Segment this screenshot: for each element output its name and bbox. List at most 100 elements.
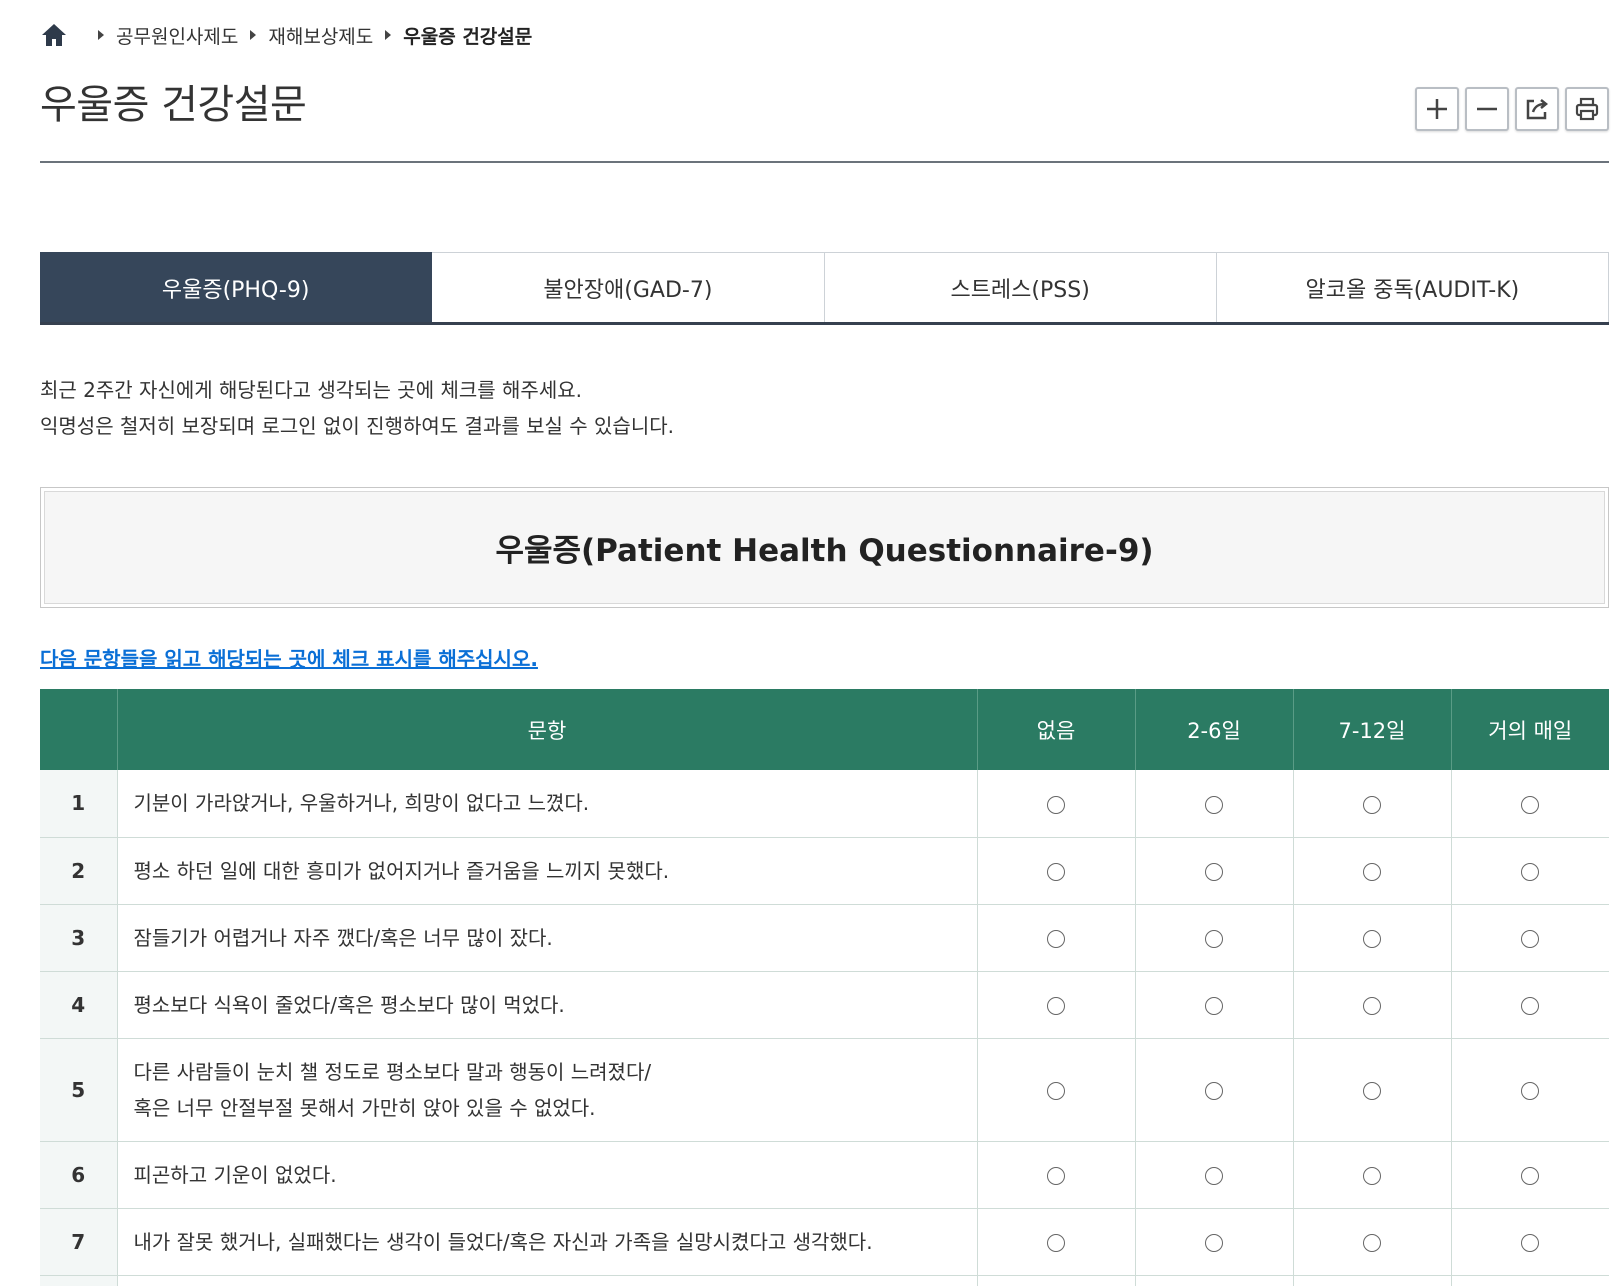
radio-button[interactable] bbox=[1521, 795, 1540, 814]
radio-button[interactable] bbox=[1205, 795, 1223, 814]
option-cell bbox=[1135, 904, 1294, 972]
option-cell bbox=[1451, 770, 1609, 838]
option-cell bbox=[1293, 1038, 1452, 1142]
survey-table: 문항 없음 2-6일 7-12일 거의 매일 1 기분이 가라앉거나, 우울하거… bbox=[40, 689, 1609, 1286]
question-line: 피곤하고 기운이 없었다. bbox=[133, 1162, 337, 1187]
table-row: 7 내가 잘못 했거나, 실패했다는 생각이 들었다/혹은 자신과 가족을 실망… bbox=[40, 1208, 1609, 1276]
option-cell bbox=[977, 837, 1136, 905]
table-row: 5 다른 사람들이 눈치 챌 정도로 평소보다 말과 행동이 느려졌다/ 혹은 … bbox=[40, 1038, 1609, 1142]
tab-phq9[interactable]: 우울증(PHQ-9) bbox=[40, 252, 433, 322]
option-cell bbox=[1293, 1275, 1452, 1286]
breadcrumb-separator-icon bbox=[250, 30, 257, 40]
radio-button[interactable] bbox=[1363, 997, 1381, 1015]
option-cell bbox=[977, 1141, 1136, 1209]
radio-button[interactable] bbox=[1363, 930, 1381, 948]
radio-button[interactable] bbox=[1205, 1167, 1223, 1185]
header-option-none: 없음 bbox=[977, 689, 1136, 770]
intro-line: 익명성은 철저히 보장되며 로그인 없이 진행하여도 결과를 보실 수 있습니다… bbox=[40, 414, 674, 438]
question-text: 기분이 가라앉거나, 우울하거나, 희망이 없다고 느꼈다. bbox=[117, 770, 978, 838]
question-line: 내가 잘못 했거나, 실패했다는 생각이 들었다/혹은 자신과 가족을 실망시켰… bbox=[133, 1229, 873, 1254]
radio-button[interactable] bbox=[1047, 1167, 1065, 1185]
question-number: 4 bbox=[40, 971, 118, 1039]
intro-text: 최근 2주간 자신에게 해당된다고 생각되는 곳에 체크를 해주세요. 익명성은… bbox=[40, 372, 674, 444]
share-icon bbox=[1526, 99, 1549, 120]
option-cell bbox=[977, 904, 1136, 972]
option-cell bbox=[1135, 770, 1294, 838]
breadcrumb-separator-icon bbox=[98, 30, 104, 40]
breadcrumb-item-personnel[interactable]: 공무원인사제도 bbox=[116, 22, 238, 49]
question-line: 평소보다 식욕이 줄었다/혹은 평소보다 많이 먹었다. bbox=[133, 992, 565, 1017]
zoom-out-button[interactable] bbox=[1465, 87, 1509, 131]
question-line: 잠들기가 어렵거나 자주 깼다/혹은 너무 많이 잤다. bbox=[133, 925, 553, 950]
question-number: 3 bbox=[40, 904, 118, 972]
radio-button[interactable] bbox=[1205, 1234, 1223, 1252]
radio-button[interactable] bbox=[1363, 1234, 1381, 1252]
radio-button[interactable] bbox=[1521, 863, 1540, 881]
question-line: 혹은 너무 안절부절 못해서 가만히 앉아 있을 수 없었다. bbox=[133, 1095, 596, 1120]
table-row: 4 평소보다 식욕이 줄었다/혹은 평소보다 많이 먹었다. bbox=[40, 971, 1609, 1039]
radio-button[interactable] bbox=[1521, 1082, 1540, 1100]
table-row bbox=[40, 1275, 1609, 1286]
question-text bbox=[117, 1275, 978, 1286]
zoom-in-button[interactable] bbox=[1415, 87, 1459, 131]
header-option-7-12-days: 7-12일 bbox=[1293, 689, 1452, 770]
print-icon bbox=[1575, 97, 1599, 121]
radio-button[interactable] bbox=[1521, 930, 1540, 948]
option-cell bbox=[1135, 1141, 1294, 1209]
radio-button[interactable] bbox=[1047, 997, 1065, 1015]
questionnaire-title: 우울증(Patient Health Questionnaire-9) bbox=[44, 491, 1605, 604]
radio-button[interactable] bbox=[1205, 997, 1223, 1015]
question-text: 다른 사람들이 눈치 챌 정도로 평소보다 말과 행동이 느려졌다/ 혹은 너무… bbox=[117, 1038, 978, 1142]
tab-pss[interactable]: 스트레스(PSS) bbox=[824, 252, 1217, 322]
breadcrumb-item-compensation[interactable]: 재해보상제도 bbox=[268, 22, 373, 49]
table-row: 1 기분이 가라앉거나, 우울하거나, 희망이 없다고 느꼈다. bbox=[40, 770, 1609, 838]
radio-button[interactable] bbox=[1047, 863, 1065, 881]
header-option-nearly-every-day: 거의 매일 bbox=[1451, 689, 1609, 770]
radio-button[interactable] bbox=[1363, 863, 1381, 881]
option-cell bbox=[977, 971, 1136, 1039]
option-cell bbox=[1135, 1208, 1294, 1276]
radio-button[interactable] bbox=[1047, 1082, 1065, 1100]
radio-button[interactable] bbox=[1205, 930, 1223, 948]
tab-gad7[interactable]: 불안장애(GAD-7) bbox=[432, 252, 825, 322]
radio-button[interactable] bbox=[1363, 1167, 1381, 1185]
table-row: 3 잠들기가 어렵거나 자주 깼다/혹은 너무 많이 잤다. bbox=[40, 904, 1609, 972]
option-cell bbox=[1135, 971, 1294, 1039]
radio-button[interactable] bbox=[1047, 795, 1065, 814]
zoom-in-icon bbox=[1427, 99, 1447, 119]
option-cell bbox=[977, 1208, 1136, 1276]
radio-button[interactable] bbox=[1363, 1082, 1381, 1100]
survey-tabs: 우울증(PHQ-9) 불안장애(GAD-7) 스트레스(PSS) 알코올 중독(… bbox=[40, 252, 1609, 325]
tab-audit-k[interactable]: 알코올 중독(AUDIT-K) bbox=[1216, 252, 1609, 322]
header-number bbox=[40, 689, 118, 770]
breadcrumb: 공무원인사제도 재해보상제도 우울증 건강설문 bbox=[40, 20, 532, 50]
radio-button[interactable] bbox=[1047, 930, 1065, 948]
option-cell bbox=[1451, 1208, 1609, 1276]
radio-button[interactable] bbox=[1521, 1234, 1540, 1252]
option-cell bbox=[1135, 1038, 1294, 1142]
radio-button[interactable] bbox=[1205, 863, 1223, 881]
home-icon[interactable] bbox=[40, 22, 68, 48]
question-number: 5 bbox=[40, 1038, 118, 1142]
option-cell bbox=[1135, 1275, 1294, 1286]
print-button[interactable] bbox=[1565, 87, 1609, 131]
radio-button[interactable] bbox=[1363, 795, 1381, 814]
page-title: 우울증 건강설문 bbox=[40, 82, 307, 128]
page-toolbar bbox=[1415, 87, 1609, 131]
radio-button[interactable] bbox=[1521, 997, 1540, 1015]
question-line: 다른 사람들이 눈치 챌 정도로 평소보다 말과 행동이 느려졌다/ bbox=[133, 1059, 652, 1084]
table-row: 2 평소 하던 일에 대한 흥미가 없어지거나 즐거움을 느끼지 못했다. bbox=[40, 837, 1609, 905]
share-button[interactable] bbox=[1515, 87, 1559, 131]
question-text: 평소 하던 일에 대한 흥미가 없어지거나 즐거움을 느끼지 못했다. bbox=[117, 837, 978, 905]
question-number: 7 bbox=[40, 1208, 118, 1276]
questionnaire-title-box: 우울증(Patient Health Questionnaire-9) bbox=[40, 487, 1609, 608]
radio-button[interactable] bbox=[1205, 1082, 1223, 1100]
option-cell bbox=[1451, 837, 1609, 905]
option-cell bbox=[1293, 1208, 1452, 1276]
header-option-2-6-days: 2-6일 bbox=[1135, 689, 1294, 770]
radio-button[interactable] bbox=[1521, 1167, 1540, 1185]
option-cell bbox=[1451, 1275, 1609, 1286]
question-number: 6 bbox=[40, 1141, 118, 1209]
breadcrumb-separator-icon bbox=[385, 30, 392, 40]
radio-button[interactable] bbox=[1047, 1234, 1065, 1252]
